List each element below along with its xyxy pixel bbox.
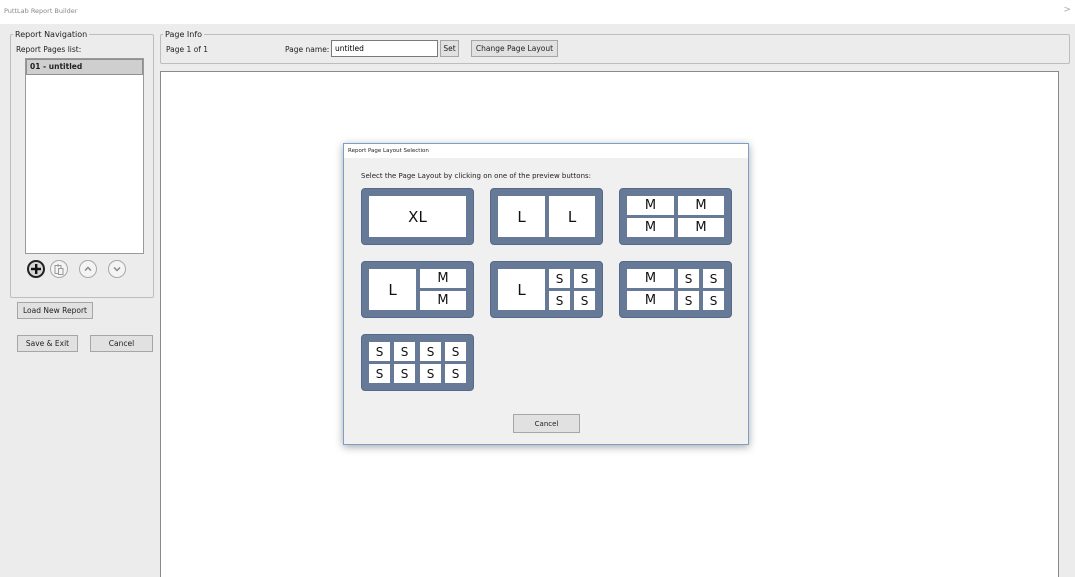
set-button[interactable]: Set: [440, 40, 459, 57]
plus-icon: [31, 264, 41, 274]
layout-cell: S: [574, 269, 595, 288]
layout-cell: L: [369, 269, 416, 310]
change-page-layout-button[interactable]: Change Page Layout: [471, 40, 558, 57]
layout-cell: S: [369, 342, 390, 361]
layout-cell: S: [369, 364, 390, 383]
layout-cell: L: [549, 196, 595, 237]
layout-l-m-m-button[interactable]: L M M: [361, 261, 474, 318]
paste-page-button[interactable]: [50, 260, 68, 278]
page-count: Page 1 of 1: [166, 45, 209, 54]
layout-l-l-button[interactable]: L L: [490, 188, 603, 245]
dialog-title: Report Page Layout Selection: [344, 144, 748, 158]
layout-cell: M: [627, 269, 674, 288]
page-name-input[interactable]: [331, 40, 438, 57]
add-page-button[interactable]: [27, 260, 45, 278]
move-page-down-button[interactable]: [108, 260, 126, 278]
layout-cell: S: [420, 364, 441, 383]
layout-m-s-s-m-s-s-button[interactable]: M S S M S S: [619, 261, 732, 318]
dialog-instruction: Select the Page Layout by clicking on on…: [361, 172, 592, 180]
list-item[interactable]: 01 - untitled: [26, 59, 143, 75]
layout-cell: S: [549, 269, 570, 288]
chevron-right-icon[interactable]: >: [1063, 5, 1071, 15]
layout-selection-dialog: Report Page Layout Selection Select the …: [343, 143, 749, 445]
layout-cell: M: [420, 269, 466, 288]
window-titlebar: PuttLab Report Builder >: [0, 0, 1075, 24]
layout-cell: S: [574, 291, 595, 310]
load-new-report-button[interactable]: Load New Report: [17, 302, 93, 319]
page-name-label: Page name:: [285, 45, 330, 54]
layout-cell: M: [678, 196, 724, 215]
layout-m-m-m-m-button[interactable]: M M M M: [619, 188, 732, 245]
layout-cell: S: [394, 364, 415, 383]
layout-cell: M: [627, 291, 674, 310]
layout-cell: S: [394, 342, 415, 361]
report-pages-list[interactable]: 01 - untitled: [25, 58, 144, 254]
layout-cell: M: [420, 291, 466, 310]
report-pages-list-label: Report Pages list:: [16, 45, 82, 54]
layout-cell: S: [420, 342, 441, 361]
layout-cell: XL: [369, 196, 466, 237]
clipboard-icon: [54, 264, 64, 275]
save-exit-button[interactable]: Save & Exit: [17, 335, 78, 352]
layout-xl-button[interactable]: XL: [361, 188, 474, 245]
report-navigation-legend: Report Navigation: [15, 30, 88, 39]
cancel-button[interactable]: Cancel: [90, 335, 153, 352]
layout-cell: M: [627, 218, 674, 237]
move-page-up-button[interactable]: [79, 260, 97, 278]
layout-8s-button[interactable]: S S S S S S S S: [361, 334, 474, 391]
layout-cell: S: [445, 364, 466, 383]
layout-cell: L: [498, 196, 545, 237]
layout-cell: S: [703, 291, 724, 310]
layout-cell: S: [703, 269, 724, 288]
layout-cell: S: [549, 291, 570, 310]
layout-cell: M: [678, 218, 724, 237]
chevron-up-icon: [84, 266, 92, 272]
dialog-cancel-button[interactable]: Cancel: [513, 414, 580, 433]
page-info-legend: Page Info: [165, 30, 203, 39]
chevron-down-icon: [113, 266, 121, 272]
layout-l-s-s-s-s-button[interactable]: L S S S S: [490, 261, 603, 318]
layout-cell: M: [627, 196, 674, 215]
window-title: PuttLab Report Builder: [4, 7, 78, 15]
layout-cell: S: [678, 291, 699, 310]
layout-cell: S: [445, 342, 466, 361]
layout-cell: L: [498, 269, 545, 310]
layout-cell: S: [678, 269, 699, 288]
